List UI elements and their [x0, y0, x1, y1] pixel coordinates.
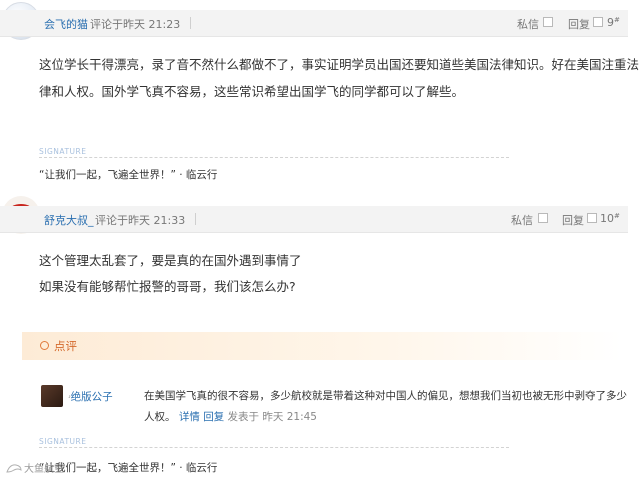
post1-signature-divider	[39, 157, 509, 158]
watermark-text: 大鱼航空	[24, 464, 64, 475]
post1-floor-number: 9#	[607, 16, 620, 29]
post2-timestamp: 评论于昨天 21:33	[95, 214, 186, 227]
post1-divider	[190, 17, 191, 29]
post1-signature-text: “让我们一起，飞遍全世界！” · 临云行	[39, 169, 218, 181]
watermark-logo-icon	[6, 459, 22, 473]
post1-header: 会飞的猫 评论于昨天 21:23 私信 回复 9#	[0, 10, 628, 37]
post2-signature-divider	[39, 447, 509, 448]
review-comment-line1: 在美国学飞真的很不容易，多少航校就是带着这种对中国人的偏见，想想我们当初也被无形…	[144, 390, 627, 402]
review-detail-link[interactable]: 详情	[179, 411, 200, 423]
post2-signature-text: “让我们一起，飞遍全世界！” · 临云行	[39, 462, 218, 474]
message-icon[interactable]	[543, 17, 553, 27]
post1-signature-label: SIGNATURE	[39, 147, 87, 156]
post2-reply-button[interactable]: 回复	[562, 212, 584, 228]
post1-body-line2: 律和人权。国外学飞真不容易，这些常识希望出国学飞的同学都可以了解些。	[39, 84, 465, 99]
post1-body-line1: 这位学长干得漂亮，录了音不然什么都做不了，事实证明学员出国还要知道些美国法律知识…	[39, 57, 640, 72]
review-reply-link[interactable]: 回复	[203, 411, 224, 423]
post2-floor-number: 10#	[600, 212, 620, 225]
review-timestamp: 发表于 昨天 21:45	[227, 411, 317, 423]
post1-reply-button[interactable]: 回复	[568, 16, 590, 32]
post2-username[interactable]: 舒克大叔_	[44, 212, 94, 228]
commenter-name[interactable]: ۥ绝版公子	[68, 389, 113, 404]
review-section-header: 点评	[22, 332, 622, 360]
post2-header: 舒克大叔_ 评论于昨天 21:33 私信 回复 10#	[0, 206, 628, 233]
reply-icon[interactable]	[593, 17, 603, 27]
post1-username[interactable]: 会飞的猫	[44, 16, 88, 32]
review-label: 点评	[54, 339, 77, 353]
review-circle-icon	[40, 341, 49, 350]
commenter-avatar[interactable]	[41, 385, 63, 407]
message-icon[interactable]	[538, 213, 548, 223]
post2-signature-label: SIGNATURE	[39, 437, 87, 446]
post2-message-button[interactable]: 私信	[511, 212, 533, 228]
post2-body-line1: 这个管理太乱套了，要是真的在国外遇到事情了	[39, 253, 302, 268]
post1-timestamp: 评论于昨天 21:23	[90, 18, 181, 31]
review-comment-line2: 人权。 详情 回复 发表于 昨天 21:45	[144, 411, 317, 423]
reply-icon[interactable]	[587, 213, 597, 223]
post1-message-button[interactable]: 私信	[517, 16, 539, 32]
post2-body-line2: 如果没有能够帮忙报警的哥哥，我们该怎么办?	[39, 279, 296, 294]
post2-divider	[195, 213, 196, 225]
